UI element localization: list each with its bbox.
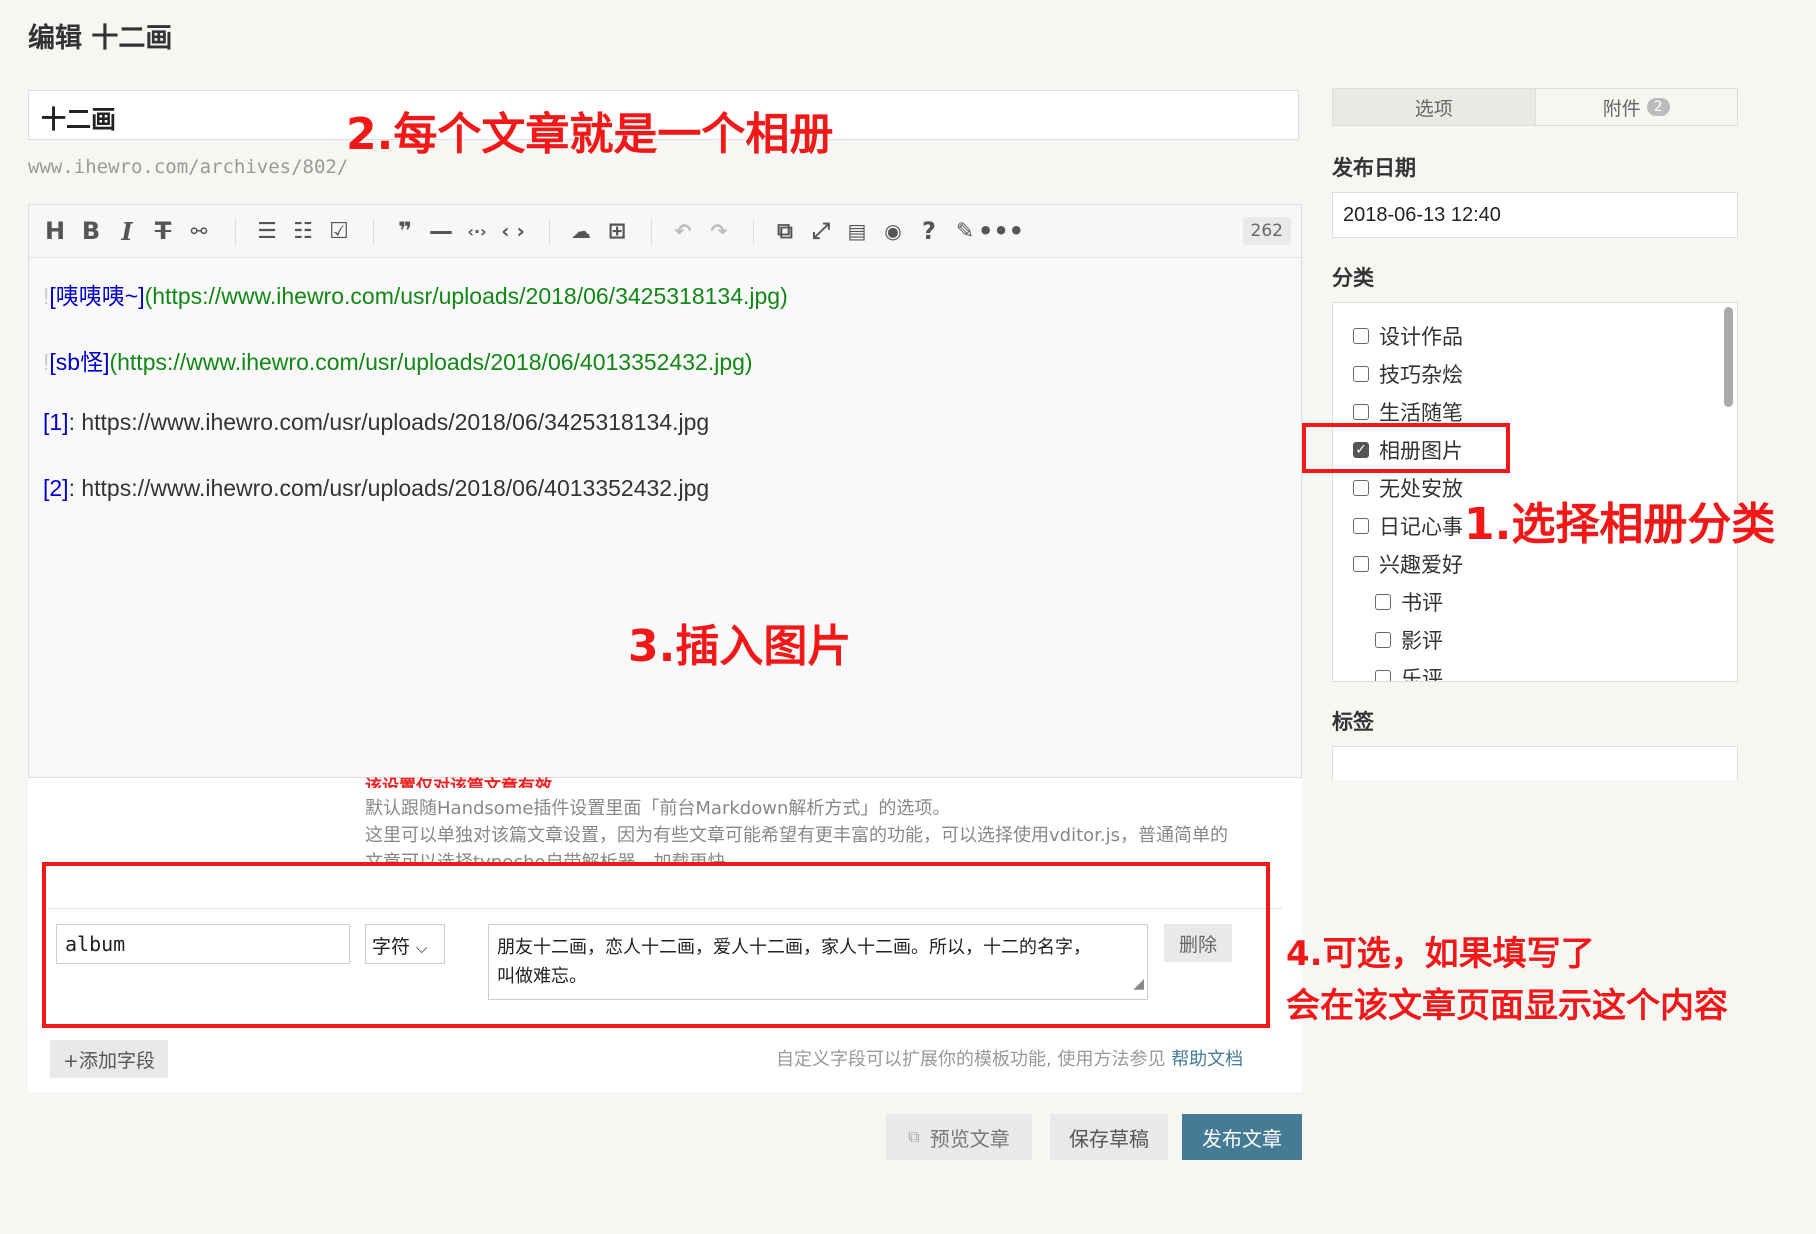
italic-icon[interactable]: I [111, 215, 143, 247]
category-item[interactable]: 乐评 [1375, 663, 1443, 681]
checklist-icon[interactable]: ☑ [323, 215, 355, 247]
save-draft-button[interactable]: 保存草稿 [1050, 1114, 1168, 1160]
content-line[interactable]: ![sb怪](https://www.ihewro.com/usr/upload… [43, 343, 753, 377]
annotation-2: 2.每个文章就是一个相册 [346, 109, 834, 160]
category-label: 分类 [1332, 266, 1374, 290]
bullet-list-icon[interactable]: ☰ [251, 215, 283, 247]
inline-code-icon[interactable]: ‹·› [461, 215, 493, 247]
content-line[interactable]: ![咦咦咦~](https://www.ihewro.com/usr/uploa… [43, 277, 788, 311]
more-icon[interactable]: ••• [978, 215, 1024, 247]
preview-button[interactable]: ⧉ 预览文章 [886, 1114, 1032, 1160]
add-field-button[interactable]: +添加字段 [50, 1040, 168, 1078]
table-icon[interactable]: ⊞ [601, 215, 633, 247]
category-item[interactable]: 技巧杂烩 [1353, 359, 1463, 389]
category-item[interactable]: 书评 [1375, 587, 1443, 617]
quote-icon[interactable]: ❞ [389, 215, 421, 247]
highlight-box-custom-field [42, 862, 1270, 1028]
sidebar-tabs: 选项 附件 2 [1332, 88, 1738, 126]
publish-date-label: 发布日期 [1332, 156, 1416, 180]
external-link-icon: ⧉ [908, 1127, 920, 1146]
checkbox-icon[interactable] [1375, 670, 1391, 681]
horizontal-rule-icon[interactable]: — [425, 215, 457, 247]
strikethrough-icon[interactable]: T [147, 215, 179, 247]
category-item[interactable]: 兴趣爱好 [1353, 549, 1463, 579]
publish-button[interactable]: 发布文章 [1182, 1114, 1302, 1160]
help-docs-link[interactable]: 帮助文档 [1171, 1049, 1243, 1070]
checkbox-icon[interactable] [1353, 404, 1369, 420]
preview-eye-icon[interactable]: ◉ [877, 215, 909, 247]
annotation-1: 1.选择相册分类 [1464, 499, 1776, 550]
tag-label: 标签 [1332, 710, 1374, 734]
checkbox-icon[interactable] [1353, 518, 1369, 534]
pencil-icon[interactable]: ✎ [949, 215, 981, 247]
note-line: 文章可以选择typecho自带解析器，加载更快 [365, 848, 726, 862]
note-warning: 该设置仅对该篇文章有效 [365, 777, 552, 788]
category-scrollbar[interactable] [1724, 307, 1733, 407]
category-item[interactable]: 影评 [1375, 625, 1443, 655]
help-text: 自定义字段可以扩展你的模板功能, 使用方法参见 帮助文档 [776, 1049, 1244, 1070]
heading-icon[interactable]: H [39, 215, 71, 247]
annotation-3: 3.插入图片 [628, 621, 852, 672]
word-count: 262 [1242, 217, 1291, 245]
category-item[interactable]: 日记心事 [1353, 511, 1463, 541]
highlight-box-category [1302, 423, 1510, 473]
upload-icon[interactable]: ☁ [565, 215, 597, 247]
edit-mode-icon[interactable]: ⧉ [769, 215, 801, 247]
link-icon[interactable]: ⚯ [183, 215, 215, 247]
checkbox-icon[interactable] [1353, 328, 1369, 344]
code-block-icon[interactable]: ‹ › [497, 215, 529, 247]
checkbox-icon[interactable] [1353, 480, 1369, 496]
tab-attachments[interactable]: 附件 2 [1536, 89, 1738, 125]
editor-toolbar: H B I T ⚯ ☰ ☷ ☑ ❞ — ‹·› ‹ › ☁ ⊞ ↶ ↷ ⧉ ⤢ … [29, 205, 1301, 258]
permalink[interactable]: www.ihewro.com/archives/802/ [28, 156, 348, 178]
checkbox-icon[interactable] [1375, 594, 1391, 610]
note-line: 默认跟随Handsome插件设置里面「前台Markdown解析方式」的选项。 [365, 798, 951, 819]
attachment-count-badge: 2 [1646, 98, 1670, 116]
category-item[interactable]: 无处安放 [1353, 473, 1463, 503]
checkbox-icon[interactable] [1353, 366, 1369, 382]
content-line[interactable]: [1]: https://www.ihewro.com/usr/uploads/… [43, 409, 709, 436]
outline-icon[interactable]: ▤ [841, 215, 873, 247]
bold-icon[interactable]: B [75, 215, 107, 247]
undo-icon[interactable]: ↶ [667, 215, 699, 247]
publish-date-input[interactable]: 2018-06-13 12:40 [1332, 192, 1738, 238]
annotation-4-line1: 4.可选，如果填写了 [1286, 934, 1595, 974]
content-line[interactable]: [2]: https://www.ihewro.com/usr/uploads/… [43, 475, 709, 502]
markdown-editor[interactable]: H B I T ⚯ ☰ ☷ ☑ ❞ — ‹·› ‹ › ☁ ⊞ ↶ ↷ ⧉ ⤢ … [28, 204, 1302, 778]
help-icon[interactable]: ? [913, 215, 945, 247]
fullscreen-icon[interactable]: ⤢ [805, 215, 837, 247]
redo-icon[interactable]: ↷ [703, 215, 735, 247]
category-item[interactable]: 设计作品 [1353, 321, 1463, 351]
page-title: 编辑 十二画 [28, 23, 173, 54]
tab-options[interactable]: 选项 [1333, 89, 1536, 125]
checkbox-icon[interactable] [1375, 632, 1391, 648]
annotation-4-line2: 会在该文章页面显示这个内容 [1286, 986, 1728, 1026]
ordered-list-icon[interactable]: ☷ [287, 215, 319, 247]
tag-input[interactable] [1332, 746, 1738, 780]
checkbox-icon[interactable] [1353, 556, 1369, 572]
note-line: 这里可以单独对该篇文章设置，因为有些文章可能希望有更丰富的功能，可以选择使用vd… [365, 825, 1228, 846]
